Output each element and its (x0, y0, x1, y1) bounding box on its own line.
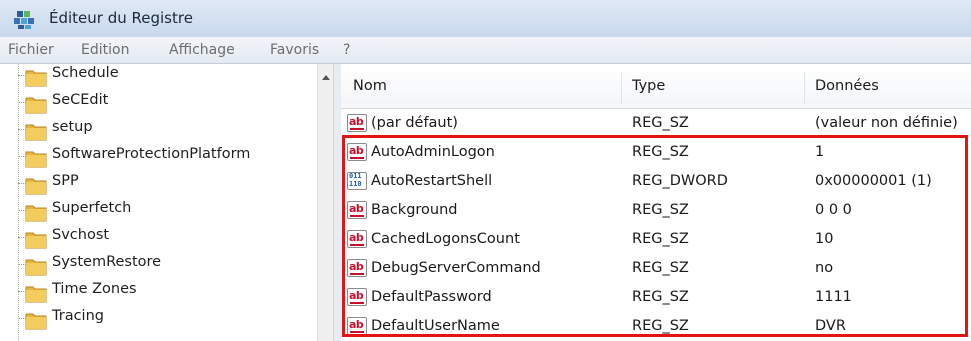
value-row[interactable]: ab (par défaut) REG_SZ (valeur non défin… (341, 110, 971, 139)
tree-scrollbar[interactable] (317, 64, 334, 341)
menu-edition[interactable]: Edition (81, 42, 129, 58)
tree-item-tracing[interactable]: Tracing (0, 306, 315, 333)
menu-favoris[interactable]: Favoris (270, 42, 319, 58)
value-row[interactable]: 011 110 AutoRestartShell REG_DWORD 0x0000… (341, 168, 971, 197)
tree-item-systemrestore[interactable]: SystemRestore (0, 252, 315, 279)
value-row[interactable]: ab DefaultPassword REG_SZ 1111 (341, 284, 971, 313)
value-row[interactable]: ab DefaultUserName REG_SZ DVR (341, 313, 971, 341)
folder-icon (25, 178, 47, 195)
string-value-icon: ab (347, 114, 367, 132)
folder-icon (25, 205, 47, 222)
key-tree-pane: Schedule SeCEdit setup SoftwareProtectio… (0, 64, 333, 341)
value-type: REG_SZ (632, 231, 689, 247)
value-type: REG_SZ (632, 289, 689, 305)
menu-affichage[interactable]: Affichage (169, 42, 235, 58)
value-data: no (815, 260, 834, 276)
value-row[interactable]: ab Background REG_SZ 0 0 0 (341, 197, 971, 226)
value-data: 1 (815, 144, 825, 160)
tree-item-setup[interactable]: setup (0, 117, 315, 144)
menu-bar: Fichier Edition Affichage Favoris ? (0, 37, 971, 64)
values-list-pane: Nom Type Données ab (par défaut) REG_SZ … (341, 64, 971, 341)
value-type: REG_SZ (632, 260, 689, 276)
column-separator[interactable] (804, 72, 805, 104)
tree-item-label: setup (52, 119, 93, 135)
value-row[interactable]: ab CachedLogonsCount REG_SZ 10 (341, 226, 971, 255)
value-data: 1111 (815, 289, 852, 305)
tree-item-label: SystemRestore (52, 254, 162, 270)
tree-item-spp[interactable]: SPP (0, 171, 315, 198)
tree-item-softwareprotectionplatform[interactable]: SoftwareProtectionPlatform (0, 144, 315, 171)
folder-icon (25, 70, 47, 87)
string-value-icon: ab (347, 201, 367, 219)
column-separator[interactable] (621, 72, 622, 104)
value-name: CachedLogonsCount (371, 231, 520, 247)
value-row[interactable]: ab DebugServerCommand REG_SZ no (341, 255, 971, 284)
value-type: REG_SZ (632, 318, 689, 334)
menu-fichier[interactable]: Fichier (8, 42, 54, 58)
column-header-donnees[interactable]: Données (815, 78, 879, 94)
string-value-icon: ab (347, 288, 367, 306)
tree-item-label: SoftwareProtectionPlatform (52, 146, 251, 162)
window-title: Éditeur du Registre (49, 9, 193, 27)
value-name: AutoRestartShell (371, 173, 493, 189)
folder-icon (25, 313, 47, 330)
tree-item-secedit[interactable]: SeCEdit (0, 90, 315, 117)
tree-item-label: SPP (52, 173, 79, 189)
value-type: REG_DWORD (632, 173, 728, 189)
tree-item-label: Schedule (52, 65, 119, 81)
string-value-icon: ab (347, 317, 367, 335)
tree-item-label: Tracing (52, 308, 104, 324)
registry-editor-icon (14, 11, 34, 29)
folder-icon (25, 97, 47, 114)
tree-item-label: Svchost (52, 227, 110, 243)
scroll-up-arrow-icon[interactable] (322, 75, 330, 80)
value-data: 10 (815, 231, 834, 247)
value-data: 0 0 0 (815, 202, 852, 218)
tree-item-time-zones[interactable]: Time Zones (0, 279, 315, 306)
tree-guide-line (18, 64, 20, 341)
list-header: Nom Type Données (341, 64, 971, 109)
string-value-icon: ab (347, 259, 367, 277)
value-name: (par défaut) (371, 115, 458, 131)
menu-help[interactable]: ? (343, 42, 350, 58)
value-data: (valeur non définie) (815, 115, 958, 131)
tree-item-superfetch[interactable]: Superfetch (0, 198, 315, 225)
value-name: DebugServerCommand (371, 260, 541, 276)
folder-icon (25, 124, 47, 141)
value-type: REG_SZ (632, 144, 689, 160)
value-name: Background (371, 202, 458, 218)
value-data: 0x00000001 (1) (815, 173, 932, 189)
tree-item-label: Superfetch (52, 200, 132, 216)
value-name: DefaultPassword (371, 289, 492, 305)
folder-icon (25, 232, 47, 249)
tree-item-label: Time Zones (52, 281, 137, 297)
tree-item-schedule[interactable]: Schedule (0, 64, 315, 90)
value-type: REG_SZ (632, 202, 689, 218)
string-value-icon: ab (347, 143, 367, 161)
folder-icon (25, 259, 47, 276)
column-header-type[interactable]: Type (632, 78, 665, 94)
string-value-icon: ab (347, 230, 367, 248)
tree-item-svchost[interactable]: Svchost (0, 225, 315, 252)
binary-value-icon: 011 110 (347, 172, 367, 190)
value-name: DefaultUserName (371, 318, 500, 334)
folder-icon (25, 151, 47, 168)
value-data: DVR (815, 318, 846, 334)
value-type: REG_SZ (632, 115, 689, 131)
tree-item-label: SeCEdit (52, 92, 109, 108)
value-row[interactable]: ab AutoAdminLogon REG_SZ 1 (341, 139, 971, 168)
title-bar: Éditeur du Registre (0, 0, 971, 37)
folder-icon (25, 286, 47, 303)
column-header-nom[interactable]: Nom (353, 78, 387, 94)
value-name: AutoAdminLogon (371, 144, 495, 160)
